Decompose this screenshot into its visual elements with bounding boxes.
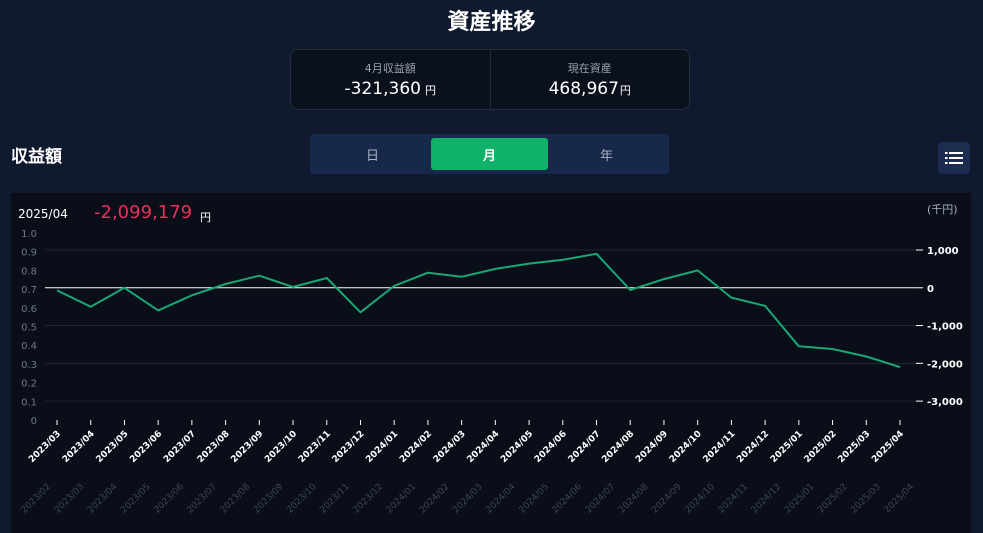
monthly-profit-row: -321,360 円 <box>345 79 436 99</box>
x-ghost-label: 2024/01 <box>385 482 419 516</box>
current-assets-value: 468,967 <box>548 79 619 99</box>
x-ghost-label: 2023/11 <box>318 482 352 516</box>
x-tick-label: 2023/12 <box>331 429 367 465</box>
x-ghost-label: 2024/11 <box>717 482 751 516</box>
y-left-tick-label: 0.6 <box>21 304 37 315</box>
y-left-tick-label: 0.9 <box>21 248 37 259</box>
x-ghost-label: 2023/07 <box>186 482 220 516</box>
x-tick-label: 2023/04 <box>61 429 97 465</box>
series-line <box>56 252 901 369</box>
x-ghost-label: 2024/05 <box>517 482 551 516</box>
x-tick-label: 2024/12 <box>735 429 771 465</box>
current-assets-label: 現在資産 <box>567 62 612 75</box>
x-tick-label: 2024/08 <box>600 429 636 465</box>
x-tick-label: 2025/04 <box>870 429 906 465</box>
y-right-tick-label: -1,000 <box>927 322 963 333</box>
monthly-profit-unit: 円 <box>424 84 436 97</box>
current-assets-row: 468,967円 <box>549 79 631 99</box>
x-tick-label: 2023/11 <box>297 429 333 465</box>
x-ghost-label: 2024/10 <box>683 482 717 516</box>
y-left-tick-label: 0.7 <box>21 285 37 296</box>
x-tick-label: 2023/10 <box>263 429 299 465</box>
y-right-tick-label: -2,000 <box>927 359 963 370</box>
y-right-tick-label: 0 <box>927 284 934 295</box>
chart-panel: 2025/04 -2,099,179 円 (千円) 1.0 0.9 0.8 0.7 0.… <box>11 193 971 533</box>
x-ghost-label: 2024/07 <box>584 482 618 516</box>
y-left-tick-label: 0.4 <box>21 341 37 352</box>
x-ghost-label: 2024/02 <box>418 482 452 516</box>
x-ghost-label: 2024/04 <box>484 482 518 516</box>
y-left-tick-label: 1.0 <box>21 229 37 240</box>
list-icon <box>945 152 963 164</box>
y-right-tick-label: 1,000 <box>927 246 959 257</box>
y-right-tick-label: -3,000 <box>927 397 963 408</box>
x-ghost-label: 2025/04 <box>883 482 917 516</box>
x-ghost-label: 2024/12 <box>750 482 784 516</box>
x-tick-label: 2023/06 <box>128 429 164 465</box>
x-tick-label: 2025/03 <box>836 429 872 465</box>
x-tick-label: 2023/08 <box>196 429 232 465</box>
y-left-tick-label: 0 <box>31 416 37 427</box>
x-tick-label: 2024/02 <box>398 429 434 465</box>
y-left-tick-label: 0.5 <box>21 323 37 334</box>
current-assets-unit: 円 <box>619 84 631 97</box>
x-ghost-label: 2023/04 <box>86 482 120 516</box>
x-ghost-label: 2023/08 <box>219 482 253 516</box>
x-ghost-label: 2024/09 <box>650 482 684 516</box>
tab-year[interactable]: 年 <box>548 138 665 170</box>
monthly-profit-label: 4月収益額 <box>364 62 416 75</box>
profit-line-chart[interactable]: 1.0 0.9 0.8 0.7 0.6 0.5 0.4 0.3 0.2 0.1 0 1,000 0 -1,… <box>11 193 971 533</box>
x-tick-label: 2024/10 <box>668 429 704 465</box>
monthly-profit-summary: 4月収益額 -321,360 円 <box>291 50 490 109</box>
x-ghost-label: 2024/08 <box>617 482 651 516</box>
y-left-tick-label: 0.3 <box>21 360 37 371</box>
x-ghost-label: 2023/12 <box>352 482 386 516</box>
tab-month[interactable]: 月 <box>431 138 548 170</box>
current-assets-summary: 現在資産 468,967円 <box>489 50 690 109</box>
x-tick-label: 2023/03 <box>27 429 63 465</box>
x-tick-label: 2024/01 <box>364 429 400 465</box>
list-view-button[interactable] <box>938 142 970 174</box>
x-ghost-label: 2023/06 <box>152 482 186 516</box>
x-tick-label: 2024/04 <box>466 429 502 465</box>
x-ghost-label: 2023/03 <box>53 482 87 516</box>
page-title: 資産推移 <box>447 10 536 35</box>
x-ghost-label: 2023/05 <box>119 482 153 516</box>
x-tick-label: 2024/06 <box>533 429 569 465</box>
y-left-tick-label: 0.1 <box>21 397 37 408</box>
x-tick-label: 2024/07 <box>567 429 603 465</box>
y-left-tick-label: 0.8 <box>21 266 37 277</box>
y-left-tick-label: 0.2 <box>21 379 37 390</box>
x-tick-label: 2023/05 <box>95 429 131 465</box>
tab-day[interactable]: 日 <box>314 138 431 170</box>
x-ghost-label: 2023/02 <box>20 482 54 516</box>
x-ghost-label: 2024/06 <box>551 482 585 516</box>
x-tick-label: 2025/01 <box>769 429 805 465</box>
x-ghost-label: 2025/03 <box>849 482 883 516</box>
x-tick-label: 2023/07 <box>162 429 198 465</box>
x-tick-label: 2023/09 <box>229 429 265 465</box>
x-ghost-label: 2024/03 <box>451 482 485 516</box>
x-ghost-label: 2023/09 <box>252 482 286 516</box>
x-tick-label: 2024/09 <box>634 429 670 465</box>
x-ghost-label: 2025/01 <box>783 482 817 516</box>
x-ghost-label: 2023/10 <box>285 482 319 516</box>
x-ghost-label: 2025/02 <box>816 482 850 516</box>
period-switch: 日 月 年 <box>310 134 669 174</box>
x-tick-label: 2024/03 <box>432 429 468 465</box>
monthly-profit-value: -321,360 <box>344 79 421 99</box>
summary-card: 4月収益額 -321,360 円 現在資産 468,967円 <box>290 49 690 110</box>
x-tick-label: 2024/11 <box>702 429 738 465</box>
x-tick-label: 2024/05 <box>499 429 535 465</box>
section-title: 収益額 <box>11 147 62 167</box>
x-tick-label: 2025/02 <box>803 429 839 465</box>
